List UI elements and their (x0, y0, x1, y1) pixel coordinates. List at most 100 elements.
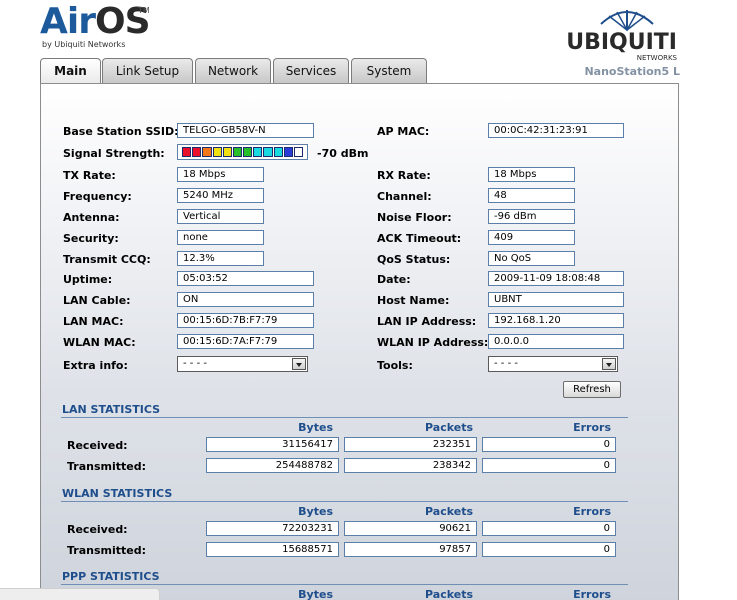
chevron-down-icon[interactable] (602, 358, 616, 370)
tx-rate-label: TX Rate: (63, 169, 116, 182)
wlan-received-bytes: 72203231 (206, 521, 339, 536)
signal-value: -70 dBm (317, 147, 369, 160)
tools-label: Tools: (377, 359, 413, 372)
lan-received-bytes: 31156417 (206, 437, 339, 452)
tab-main[interactable]: Main (40, 58, 101, 86)
airos-logo: AirOS TM by Ubiquiti Networks (40, 2, 180, 52)
signal-bar-segment (202, 147, 212, 157)
signal-bar-segment (273, 147, 283, 157)
signal-strength-meter (177, 144, 308, 160)
host-name-value: UBNT (488, 292, 624, 307)
lan-stats-title: LAN STATISTICS (62, 403, 161, 416)
wlan-bytes-header: Bytes (298, 505, 333, 518)
signal-label: Signal Strength: (63, 147, 165, 160)
lan-transmitted-bytes: 254488782 (206, 458, 339, 473)
tools-selected: - - - - (494, 358, 518, 369)
tab-system[interactable]: System (351, 58, 427, 84)
noise-floor-label: Noise Floor: (377, 211, 452, 224)
ppp-stats-title: PPP STATISTICS (62, 570, 160, 583)
tab-link-setup[interactable]: Link Setup (102, 58, 193, 84)
lan-received-label: Received: (67, 439, 128, 452)
trademark: TM (138, 6, 150, 15)
signal-bar-segment (212, 147, 222, 157)
date-value: 2009-11-09 18:08:48 (488, 271, 624, 286)
tx-rate-value: 18 Mbps (177, 167, 264, 182)
signal-bar-segment (232, 147, 243, 157)
ppp-packets-header: Packets (425, 588, 473, 600)
ppp-bytes-header: Bytes (298, 588, 333, 600)
wlan-stats-title: WLAN STATISTICS (62, 487, 173, 500)
rx-rate-value: 18 Mbps (488, 167, 575, 182)
lan-cable-label: LAN Cable: (63, 294, 131, 307)
lan-mac-label: LAN MAC: (63, 315, 124, 328)
ap-mac-label: AP MAC: (377, 125, 430, 138)
device-name: NanoStation5 L (584, 65, 680, 78)
extra-info-label: Extra info: (63, 359, 128, 372)
tab-services[interactable]: Services (273, 58, 349, 84)
chevron-down-icon[interactable] (292, 358, 306, 370)
brand-name: UBIQUITI (566, 30, 677, 55)
lan-cable-value: ON (177, 292, 314, 307)
ubiquiti-umbrella-icon (600, 10, 654, 32)
ubiquiti-logo: UBIQUITI NETWORKS (566, 6, 685, 62)
frequency-value: 5240 MHz (177, 188, 264, 203)
horizontal-scrollbar[interactable] (0, 588, 160, 600)
signal-bar-segment (283, 147, 293, 157)
ccq-label: Transmit CCQ: (63, 253, 151, 266)
tools-select[interactable]: - - - - (488, 356, 618, 372)
extra-info-selected: - - - - (183, 358, 207, 369)
wlan-ip-label: WLAN IP Address: (377, 336, 489, 349)
wlan-received-packets: 90621 (344, 521, 477, 536)
base-ssid-label: Base Station SSID: (63, 125, 179, 138)
date-label: Date: (377, 273, 411, 286)
ccq-value: 12.3% (177, 251, 264, 266)
uptime-label: Uptime: (63, 273, 113, 286)
signal-bar-segment (293, 147, 304, 157)
wlan-transmitted-label: Transmitted: (67, 544, 147, 557)
wlan-transmitted-errors: 0 (482, 542, 616, 557)
ack-timeout-label: ACK Timeout: (377, 232, 462, 245)
lan-transmitted-label: Transmitted: (67, 460, 147, 473)
frequency-label: Frequency: (63, 190, 132, 203)
wlan-mac-value: 00:15:6D:7A:F7:79 (177, 334, 314, 349)
wlan-mac-label: WLAN MAC: (63, 336, 136, 349)
tab-network[interactable]: Network (195, 58, 271, 84)
signal-bar-segment (263, 147, 273, 157)
extra-info-select[interactable]: - - - - (177, 356, 308, 372)
antenna-value: Vertical (177, 209, 264, 224)
security-label: Security: (63, 232, 119, 245)
refresh-button[interactable]: Refresh (563, 381, 621, 398)
signal-bar-segment (243, 147, 253, 157)
signal-bar-segment (253, 147, 263, 157)
lan-errors-header: Errors (573, 421, 611, 434)
host-name-label: Host Name: (377, 294, 450, 307)
security-value: none (177, 230, 264, 245)
qos-value: No QoS (488, 251, 575, 266)
lan-ip-value: 192.168.1.20 (488, 313, 624, 328)
signal-bar-segment (222, 147, 232, 157)
wlan-ip-value: 0.0.0.0 (488, 334, 624, 349)
ack-timeout-value: 409 (488, 230, 575, 245)
signal-bar-segment (182, 147, 192, 157)
airos-logo-text: AirOS (40, 1, 150, 42)
lan-stats-divider (61, 417, 628, 418)
qos-label: QoS Status: (377, 253, 451, 266)
base-ssid-value: TELGO-GB58V-N (177, 123, 314, 138)
signal-bar-segment (192, 147, 202, 157)
wlan-transmitted-packets: 97857 (344, 542, 477, 557)
channel-value: 48 (488, 188, 575, 203)
lan-transmitted-errors: 0 (482, 458, 616, 473)
antenna-label: Antenna: (63, 211, 120, 224)
lan-received-errors: 0 (482, 437, 616, 452)
lan-received-packets: 232351 (344, 437, 477, 452)
lan-transmitted-packets: 238342 (344, 458, 477, 473)
logo-byline: by Ubiquiti Networks (42, 40, 126, 49)
wlan-packets-header: Packets (425, 505, 473, 518)
wlan-stats-divider (61, 501, 628, 502)
lan-ip-label: LAN IP Address: (377, 315, 477, 328)
wlan-transmitted-bytes: 15688571 (206, 542, 339, 557)
main-panel: Base Station SSID: TELGO-GB58V-N AP MAC:… (40, 83, 679, 600)
rx-rate-label: RX Rate: (377, 169, 431, 182)
wlan-errors-header: Errors (573, 505, 611, 518)
ap-mac-value: 00:0C:42:31:23:91 (488, 123, 624, 138)
